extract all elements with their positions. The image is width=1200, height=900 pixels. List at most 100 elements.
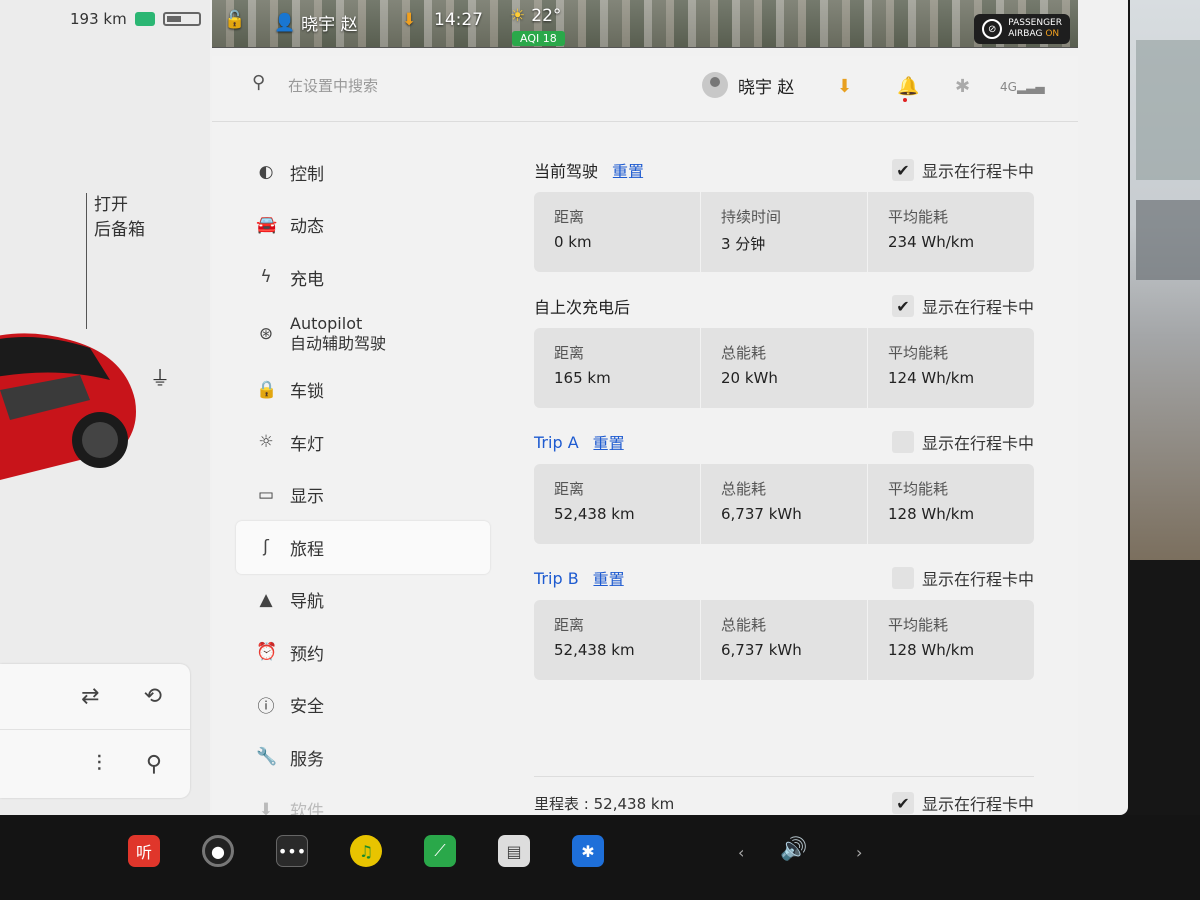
- checkbox-unchecked[interactable]: [891, 431, 914, 453]
- stat-value: 3 分钟: [721, 235, 766, 253]
- search-icon[interactable]: ⚲: [252, 72, 265, 93]
- repeat-icon[interactable]: ⟲: [144, 684, 162, 709]
- stats-row: 距离 52,438 km 总能耗 6,737 kWh 平均能耗 128 Wh/k…: [534, 464, 1034, 544]
- driver-profile[interactable]: 👤 晓宇 赵: [274, 10, 358, 36]
- stat-value: 124 Wh/km: [888, 369, 975, 387]
- show-in-trip-card-since-charge[interactable]: ✔ 显示在行程卡中: [891, 294, 1034, 318]
- nav-item-autopilot[interactable]: ⊛ Autopilot 自动辅助驾驶: [236, 304, 490, 364]
- settings-search-input[interactable]: [288, 74, 588, 98]
- qq-music-app-icon[interactable]: ♫: [350, 835, 382, 867]
- odometer-value: 52,438 km: [593, 794, 675, 813]
- airbag-label-2: AIRBAG: [1008, 29, 1043, 39]
- stat-label: 距离: [554, 616, 585, 634]
- nav-label: 服务: [290, 749, 324, 770]
- lock-icon: 🔒: [256, 379, 278, 400]
- equalizer-icon[interactable]: ⫶: [96, 752, 102, 777]
- stat-cell: 总能耗 6,737 kWh: [701, 464, 868, 544]
- nav-item-charging[interactable]: ϟ 充电: [236, 251, 490, 304]
- stat-cell: 距离 0 km: [534, 192, 701, 272]
- checkbox-checked[interactable]: ✔: [891, 159, 914, 181]
- nav-label: 旅程: [290, 539, 324, 560]
- music-app-icon[interactable]: 听: [128, 835, 160, 867]
- stat-value: 52,438 km: [554, 505, 635, 523]
- stat-value: 165 km: [554, 369, 611, 387]
- nav-item-controls[interactable]: ◐ 控制: [236, 146, 490, 199]
- download-icon[interactable]: ⬇: [837, 76, 852, 97]
- unlock-icon[interactable]: 🔓: [224, 10, 245, 30]
- stat-label: 平均能耗: [888, 480, 949, 498]
- stat-cell: 距离 52,438 km: [534, 464, 701, 544]
- stat-value: 128 Wh/km: [888, 641, 975, 659]
- nav-label: Autopilot: [290, 313, 363, 333]
- notification-bell-icon[interactable]: 🔔: [897, 76, 919, 102]
- stats-row: 距离 0 km 持续时间 3 分钟 平均能耗 234 Wh/km: [534, 192, 1034, 272]
- nav-item-display[interactable]: ▭ 显示: [236, 469, 490, 522]
- reset-trip-a-button[interactable]: 重置: [593, 430, 625, 454]
- reset-trip-b-button[interactable]: 重置: [593, 566, 625, 590]
- bluetooth-app-icon[interactable]: ✱: [572, 835, 604, 867]
- media-controls: ⇄ ⟲ ⫶ ⚲: [0, 664, 190, 798]
- music-app-label: 听: [135, 843, 152, 862]
- car-panel: 193 km 打开 后备箱 ⏚ ⇄ ⟲ ⫶ ⚲: [0, 0, 210, 815]
- chevron-right-icon[interactable]: ›: [856, 843, 862, 862]
- checkbox-checked[interactable]: ✔: [891, 792, 914, 814]
- nav-item-software[interactable]: ⬇ 软件: [236, 784, 490, 815]
- camera-app-icon[interactable]: ●: [202, 835, 234, 867]
- more-apps-icon[interactable]: •••: [276, 835, 308, 867]
- top-status-bar: 🔓 👤 晓宇 赵 ⬇ 14:27 ☀ 22° AQI 18 ⊘ PASSENGE…: [212, 0, 1078, 48]
- sun-icon: ☀: [510, 6, 526, 26]
- nav-item-lights[interactable]: ☼ 车灯: [236, 416, 490, 469]
- stat-value: 6,737 kWh: [721, 505, 802, 523]
- nav-item-dynamics[interactable]: 🚘 动态: [236, 199, 490, 252]
- nav-item-navigation[interactable]: ▲ 导航: [236, 574, 490, 627]
- user-profile-button[interactable]: 晓宇 赵: [702, 72, 794, 98]
- nav-label: 车灯: [290, 434, 324, 455]
- stat-label: 平均能耗: [888, 616, 949, 634]
- top-download-icon[interactable]: ⬇: [402, 10, 416, 30]
- nav-item-trips[interactable]: ʃ 旅程: [236, 521, 490, 574]
- cellular-signal-icon: 4G▂▃▄: [1000, 80, 1045, 94]
- stat-value: 6,737 kWh: [721, 641, 802, 659]
- checkbox-unchecked[interactable]: [891, 567, 914, 589]
- trip-icon: ʃ: [263, 537, 269, 558]
- signal-label: 4G: [1000, 80, 1017, 94]
- media-search-icon[interactable]: ⚲: [146, 752, 162, 777]
- checkbox-checked[interactable]: ✔: [891, 295, 914, 317]
- show-in-trip-card-trip-b[interactable]: 显示在行程卡中: [891, 566, 1034, 590]
- stat-value: 234 Wh/km: [888, 233, 975, 251]
- show-in-trip-card-current[interactable]: ✔ 显示在行程卡中: [891, 158, 1034, 182]
- wrench-icon: 🔧: [256, 747, 278, 768]
- nav-item-locks[interactable]: 🔒 车锁: [236, 364, 490, 417]
- nav-item-service[interactable]: 🔧 服务: [236, 731, 490, 784]
- stat-value: 0 km: [554, 233, 592, 251]
- stats-row: 距离 52,438 km 总能耗 6,737 kWh 平均能耗 128 Wh/k…: [534, 600, 1034, 680]
- charge-port-icon[interactable]: ⏚: [150, 362, 170, 391]
- avatar: [702, 72, 728, 98]
- trips-content: 当前驾驶 重置 ✔ 显示在行程卡中 距离 0 km 持续时间 3 分钟 平均能耗…: [534, 156, 1034, 814]
- reset-current-button[interactable]: 重置: [612, 158, 644, 182]
- navigation-icon: ▲: [259, 589, 273, 610]
- volume-icon[interactable]: 🔊: [780, 837, 807, 862]
- stat-label: 距离: [554, 208, 585, 226]
- shuffle-icon[interactable]: ⇄: [81, 684, 99, 709]
- temperature: 22°: [531, 6, 562, 26]
- show-label: 显示在行程卡中: [921, 570, 1034, 589]
- nav-label: 控制: [290, 164, 324, 185]
- range-value: 193 km: [70, 10, 127, 28]
- nav-item-safety[interactable]: ⓘ 安全: [236, 679, 490, 732]
- passenger-airbag-indicator: ⊘ PASSENGER AIRBAG ON: [974, 14, 1070, 44]
- stat-cell: 平均能耗 234 Wh/km: [868, 192, 1034, 272]
- show-in-trip-card-odometer[interactable]: ✔ 显示在行程卡中: [891, 791, 1034, 815]
- energy-app-icon[interactable]: ⟋: [424, 835, 456, 867]
- download-icon: ⬇: [258, 799, 274, 815]
- bluetooth-icon[interactable]: ✱: [955, 76, 970, 97]
- range-status: 193 km: [70, 10, 201, 28]
- show-label: 显示在行程卡中: [921, 298, 1034, 317]
- manual-app-icon[interactable]: ▤: [498, 835, 530, 867]
- driver-profile-icon: 👤: [274, 12, 296, 33]
- open-trunk-button[interactable]: 打开 后备箱: [94, 193, 145, 243]
- chevron-left-icon[interactable]: ‹: [738, 843, 744, 862]
- show-in-trip-card-trip-a[interactable]: 显示在行程卡中: [891, 430, 1034, 454]
- nav-label: 安全: [290, 697, 324, 718]
- nav-item-schedule[interactable]: ⏰ 预约: [236, 626, 490, 679]
